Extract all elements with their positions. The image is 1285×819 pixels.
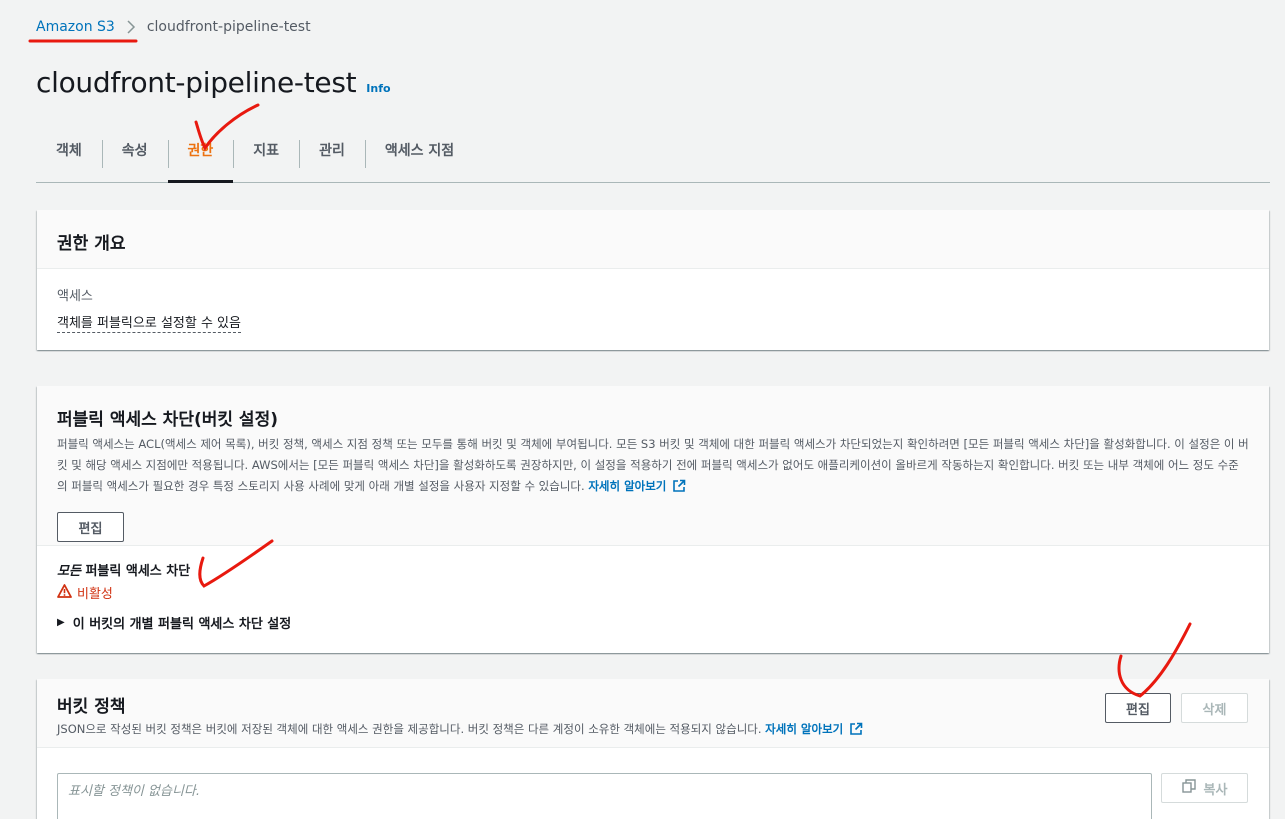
panel-body: 액세스 객체를 퍼블릭으로 설정할 수 있음: [37, 269, 1269, 349]
tab-properties[interactable]: 속성: [101, 133, 168, 182]
tab-label: 액세스 지점: [384, 142, 455, 159]
copy-button[interactable]: 복사: [1161, 773, 1248, 803]
status-text: 비활성: [77, 587, 113, 602]
breadcrumb-current: cloudfront-pipeline-test: [146, 19, 311, 35]
description-text: JSON으로 작성된 버킷 정책은 버킷에 저장된 객체에 대한 액세스 권한을…: [57, 722, 762, 736]
expander-label: 이 버킷의 개별 퍼블릭 액세스 차단 설정: [72, 617, 292, 632]
s3-bucket-permissions-page: Amazon S3 cloudfront-pipeline-test cloud…: [0, 0, 1285, 819]
bucket-policy-edit-button[interactable]: 편집: [1105, 693, 1171, 723]
panel-title: 버킷 정책: [57, 697, 126, 717]
panel-title: 퍼블릭 액세스 차단(버킷 설정): [57, 410, 278, 430]
warning-icon: [57, 583, 72, 602]
tab-label: 속성: [121, 142, 148, 159]
tab-access-points[interactable]: 액세스 지점: [364, 133, 474, 182]
header-actions: 편집 삭제: [1105, 693, 1248, 723]
empty-policy-text: 표시할 정책이 없습니다.: [68, 784, 200, 799]
access-value[interactable]: 객체를 퍼블릭으로 설정할 수 있음: [57, 312, 241, 333]
panel-description: 퍼블릭 액세스는 ACL(액세스 제어 목록), 버킷 정책, 액세스 지점 정…: [57, 434, 1249, 500]
external-link-icon: [672, 479, 686, 500]
page-title: cloudfront-pipeline-test: [36, 66, 357, 99]
permissions-overview-panel: 권한 개요 액세스 객체를 퍼블릭으로 설정할 수 있음: [37, 210, 1269, 350]
panel-title: 권한 개요: [57, 234, 126, 254]
learn-more-link[interactable]: 자세히 알아보기: [765, 722, 843, 736]
tab-metrics[interactable]: 지표: [233, 133, 299, 182]
tab-label: 관리: [319, 142, 345, 159]
panel-body: 모든 퍼블릭 액세스 차단 비활성 ▶ 이 버킷의 개별 퍼블릭 액세스 차단 …: [37, 546, 1269, 646]
caret-right-icon: ▶: [57, 617, 65, 628]
panel-header: 권한 개요: [37, 210, 1269, 269]
block-public-access-panel: 퍼블릭 액세스 차단(버킷 설정) 퍼블릭 액세스는 ACL(액세스 제어 목록…: [37, 386, 1269, 653]
tab-bar: 객체 속성 권한 지표 관리 액세스 지점: [36, 133, 1270, 183]
chevron-right-icon: [125, 20, 137, 34]
info-link[interactable]: Info: [366, 82, 390, 95]
tab-label: 지표: [253, 142, 280, 159]
status-badge: 비활성: [57, 583, 1249, 602]
bucket-policy-delete-button[interactable]: 삭제: [1181, 693, 1248, 723]
tab-management[interactable]: 관리: [299, 133, 365, 182]
panel-header: 퍼블릭 액세스 차단(버킷 설정) 퍼블릭 액세스는 ACL(액세스 제어 목록…: [37, 386, 1269, 546]
panel-description: JSON으로 작성된 버킷 정책은 버킷에 저장된 객체에 대한 액세스 권한을…: [57, 719, 1249, 743]
access-label: 액세스: [57, 289, 93, 304]
external-link-icon: [849, 722, 863, 743]
policy-viewer[interactable]: 표시할 정책이 없습니다.: [57, 773, 1152, 819]
block-all-public-access-label: 모든 퍼블릭 액세스 차단: [57, 560, 1249, 579]
learn-more-link[interactable]: 자세히 알아보기: [588, 479, 666, 493]
tab-objects[interactable]: 객체: [36, 133, 102, 182]
tab-label: 권한: [187, 142, 214, 159]
block-all-prefix: 모든: [57, 564, 81, 579]
block-all-suffix: 퍼블릭 액세스 차단: [85, 564, 191, 579]
panel-header: 버킷 정책 JSON으로 작성된 버킷 정책은 버킷에 저장된 객체에 대한 액…: [37, 679, 1269, 748]
tab-permissions[interactable]: 권한: [167, 133, 234, 183]
page-header: cloudfront-pipeline-test Info: [36, 66, 391, 99]
tab-label: 객체: [56, 142, 82, 159]
block-public-access-edit-button[interactable]: 편집: [57, 512, 124, 542]
breadcrumb: Amazon S3 cloudfront-pipeline-test: [36, 19, 311, 35]
individual-settings-expander[interactable]: ▶ 이 버킷의 개별 퍼블릭 액세스 차단 설정: [57, 613, 1249, 632]
breadcrumb-amazon-s3-link[interactable]: Amazon S3: [36, 19, 115, 35]
bucket-policy-panel: 버킷 정책 JSON으로 작성된 버킷 정책은 버킷에 저장된 객체에 대한 액…: [37, 679, 1269, 819]
copy-label: 복사: [1203, 782, 1228, 798]
copy-icon: [1181, 779, 1196, 797]
